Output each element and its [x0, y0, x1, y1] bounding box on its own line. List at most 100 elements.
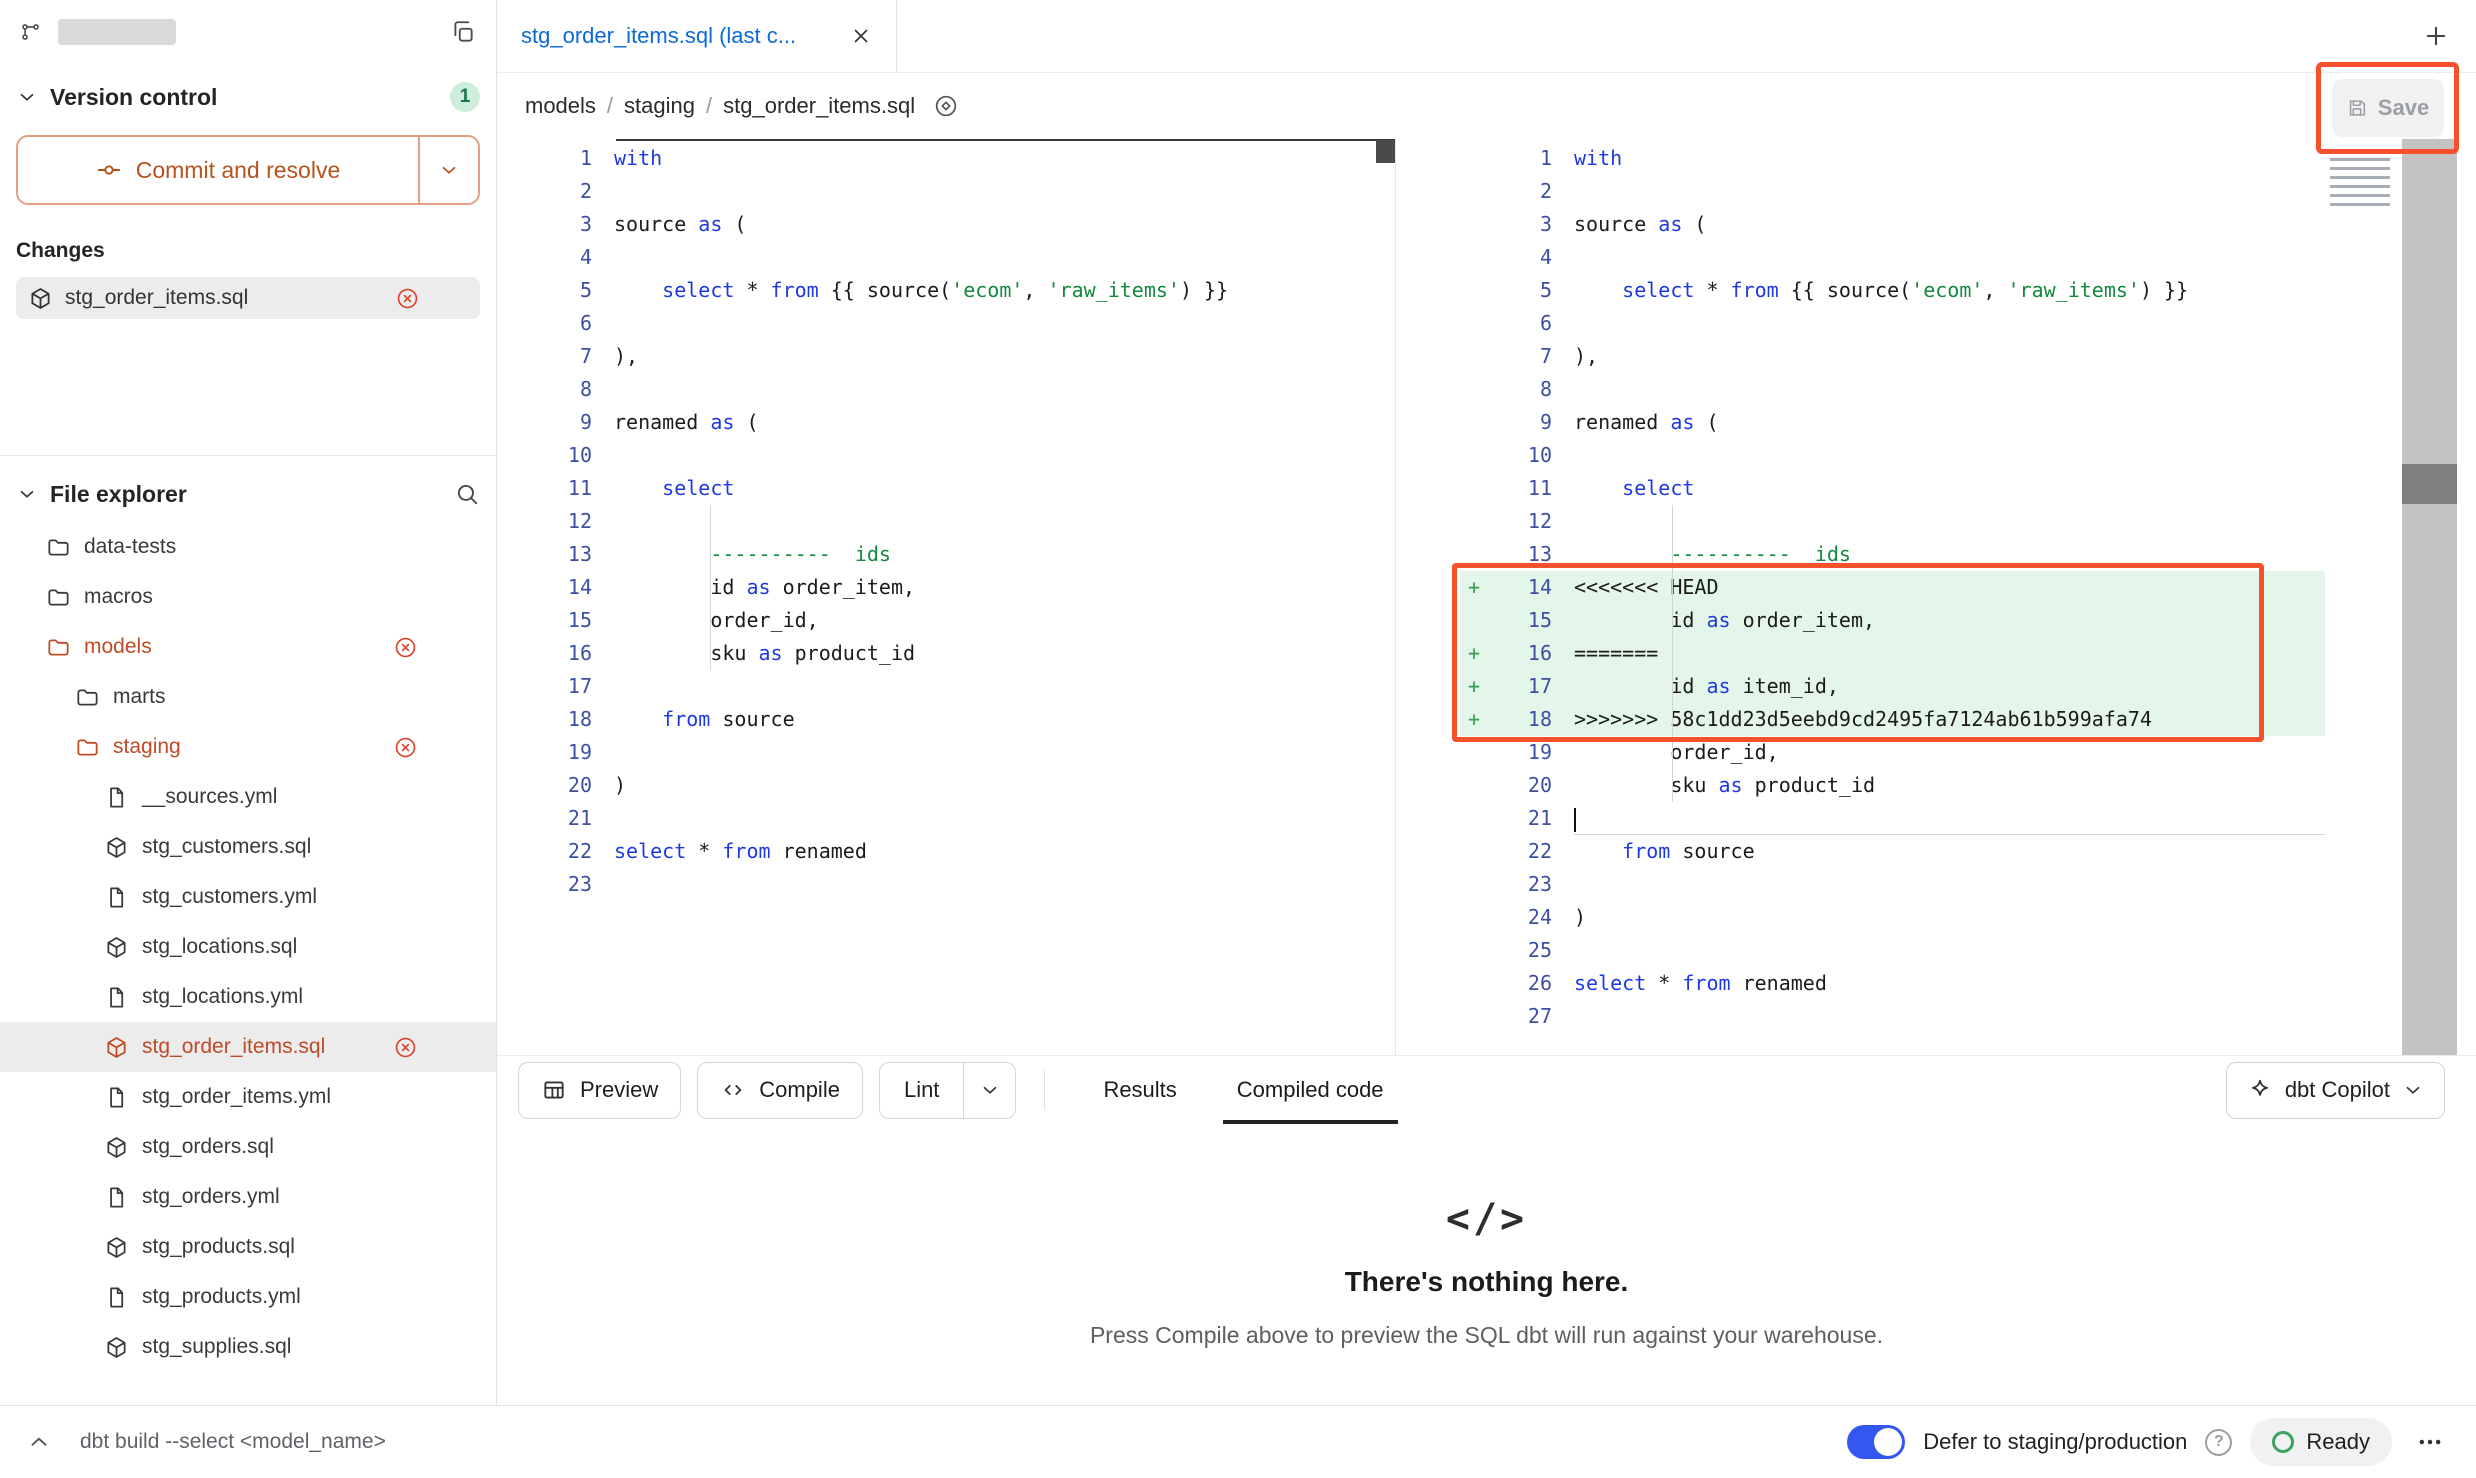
tree-item-__sources.yml[interactable]: __sources.yml	[0, 772, 496, 822]
code-line-9[interactable]: 9renamed as (	[1460, 406, 2325, 439]
revert-change-icon[interactable]	[393, 1035, 418, 1060]
revert-change-icon[interactable]	[393, 735, 418, 760]
tab-results[interactable]: Results	[1073, 1056, 1206, 1124]
file-explorer-header[interactable]: File explorer	[0, 466, 496, 522]
tree-item-macros[interactable]: macros	[0, 572, 496, 622]
code-line-2[interactable]: 2	[1460, 175, 2325, 208]
defer-toggle[interactable]	[1847, 1425, 1905, 1459]
help-icon[interactable]: ?	[2205, 1429, 2232, 1456]
changed-file-item[interactable]: stg_order_items.sql	[16, 277, 480, 319]
compile-button[interactable]: Compile	[697, 1062, 863, 1119]
more-options-button[interactable]	[2410, 1422, 2450, 1462]
code-line-20[interactable]: 20 sku as product_id	[1460, 769, 2325, 802]
tree-item-stg_products.yml[interactable]: stg_products.yml	[0, 1272, 496, 1322]
code-line-3[interactable]: 3source as (	[1460, 208, 2325, 241]
code-line-23[interactable]: 23	[497, 868, 1395, 901]
code-line-5[interactable]: 5 select * from {{ source('ecom', 'raw_i…	[1460, 274, 2325, 307]
tree-item-stg_locations.yml[interactable]: stg_locations.yml	[0, 972, 496, 1022]
code-line-23[interactable]: 23	[1460, 868, 2325, 901]
tree-item-staging[interactable]: staging	[0, 722, 496, 772]
code-line-6[interactable]: 6	[497, 307, 1395, 340]
code-line-21[interactable]: 21	[1460, 802, 2325, 835]
breadcrumb-item[interactable]: staging	[624, 93, 695, 119]
tree-item-marts[interactable]: marts	[0, 672, 496, 722]
code-line-19[interactable]: 19	[497, 736, 1395, 769]
revert-change-icon[interactable]	[395, 286, 420, 311]
code-line-7[interactable]: 7),	[1460, 340, 2325, 373]
code-line-10[interactable]: 10	[497, 439, 1395, 472]
code-line-14[interactable]: 14 id as order_item,	[497, 571, 1395, 604]
breadcrumb-item[interactable]: stg_order_items.sql	[723, 93, 915, 119]
new-tab-button[interactable]	[2422, 22, 2450, 50]
revert-change-icon[interactable]	[393, 635, 418, 660]
tree-item-stg_supplies.sql[interactable]: stg_supplies.sql	[0, 1322, 496, 1372]
code-line-21[interactable]: 21	[497, 802, 1395, 835]
close-tab-icon[interactable]	[850, 25, 872, 47]
code-line-12[interactable]: 12	[497, 505, 1395, 538]
status-ready-badge[interactable]: Ready	[2250, 1418, 2392, 1466]
commit-and-resolve-button[interactable]: Commit and resolve	[16, 135, 480, 205]
code-line-7[interactable]: 7),	[497, 340, 1395, 373]
code-line-5[interactable]: 5 select * from {{ source('ecom', 'raw_i…	[497, 274, 1395, 307]
code-line-11[interactable]: 11 select	[1460, 472, 2325, 505]
lint-button[interactable]: Lint	[880, 1063, 963, 1118]
code-line-22[interactable]: 22 from source	[1460, 835, 2325, 868]
code-line-4[interactable]: 4	[1460, 241, 2325, 274]
tab-stg-order-items-sql[interactable]: stg_order_items.sql (last c...	[497, 0, 897, 72]
code-line-24[interactable]: 24)	[1460, 901, 2325, 934]
tree-item-stg_order_items.yml[interactable]: stg_order_items.yml	[0, 1072, 496, 1122]
preview-button[interactable]: Preview	[518, 1062, 681, 1119]
tab-compiled-code[interactable]: Compiled code	[1207, 1056, 1414, 1124]
code-line-2[interactable]: 2	[497, 175, 1395, 208]
tree-item-stg_order_items.sql[interactable]: stg_order_items.sql	[0, 1022, 496, 1072]
command-input[interactable]: dbt build --select <model_name>	[80, 1430, 386, 1454]
code-line-19[interactable]: 19 order_id,	[1460, 736, 2325, 769]
editor-scrollbar[interactable]	[2402, 139, 2457, 1055]
code-line-6[interactable]: 6	[1460, 307, 2325, 340]
tree-item-stg_products.sql[interactable]: stg_products.sql	[0, 1222, 496, 1272]
tree-item-data-tests[interactable]: data-tests	[0, 522, 496, 572]
code-line-26[interactable]: 26select * from renamed	[1460, 967, 2325, 1000]
code-line-1[interactable]: 1with	[1460, 142, 2325, 175]
code-line-8[interactable]: 8	[1460, 373, 2325, 406]
save-button[interactable]: Save	[2332, 79, 2444, 137]
code-line-17[interactable]: +17 id as item_id,	[1460, 670, 2325, 703]
tree-item-stg_customers.sql[interactable]: stg_customers.sql	[0, 822, 496, 872]
tree-item-stg_orders.yml[interactable]: stg_orders.yml	[0, 1172, 496, 1222]
code-line-16[interactable]: 16 sku as product_id	[497, 637, 1395, 670]
code-line-18[interactable]: 18 from source	[497, 703, 1395, 736]
breadcrumb-item[interactable]: models	[525, 93, 596, 119]
tree-item-stg_customers.yml[interactable]: stg_customers.yml	[0, 872, 496, 922]
code-line-9[interactable]: 9renamed as (	[497, 406, 1395, 439]
code-line-4[interactable]: 4	[497, 241, 1395, 274]
lint-options-caret[interactable]	[963, 1063, 1015, 1118]
code-line-25[interactable]: 25	[1460, 934, 2325, 967]
search-icon[interactable]	[454, 481, 480, 507]
code-line-15[interactable]: 15 id as order_item,	[1460, 604, 2325, 637]
code-line-18[interactable]: +18>>>>>>> 58c1dd23d5eebd9cd2495fa7124ab…	[1460, 703, 2325, 736]
tree-item-stg_orders.sql[interactable]: stg_orders.sql	[0, 1122, 496, 1172]
tree-item-models[interactable]: models	[0, 622, 496, 672]
code-line-14[interactable]: +14<<<<<<< HEAD	[1460, 571, 2325, 604]
code-line-16[interactable]: +16=======	[1460, 637, 2325, 670]
code-line-22[interactable]: 22select * from renamed	[497, 835, 1395, 868]
code-line-13[interactable]: 13 ---------- ids	[497, 538, 1395, 571]
copy-icon[interactable]	[450, 19, 476, 45]
lineage-icon[interactable]	[933, 93, 959, 119]
expand-panel-button[interactable]	[26, 1429, 52, 1455]
version-control-header[interactable]: Version control 1	[16, 75, 480, 119]
dbt-copilot-button[interactable]: dbt Copilot	[2226, 1062, 2445, 1119]
editor-scrollbar-thumb[interactable]	[2402, 464, 2457, 504]
code-line-8[interactable]: 8	[497, 373, 1395, 406]
code-line-1[interactable]: 1with	[497, 142, 1395, 175]
workflow-icon[interactable]	[20, 21, 42, 43]
tree-item-stg_locations.sql[interactable]: stg_locations.sql	[0, 922, 496, 972]
left-pane-scrollbar-thumb[interactable]	[1376, 140, 1395, 163]
code-line-13[interactable]: 13 ---------- ids	[1460, 538, 2325, 571]
code-line-12[interactable]: 12	[1460, 505, 2325, 538]
code-line-15[interactable]: 15 order_id,	[497, 604, 1395, 637]
code-line-11[interactable]: 11 select	[497, 472, 1395, 505]
commit-options-caret[interactable]	[420, 137, 478, 203]
code-line-3[interactable]: 3source as (	[497, 208, 1395, 241]
code-line-17[interactable]: 17	[497, 670, 1395, 703]
